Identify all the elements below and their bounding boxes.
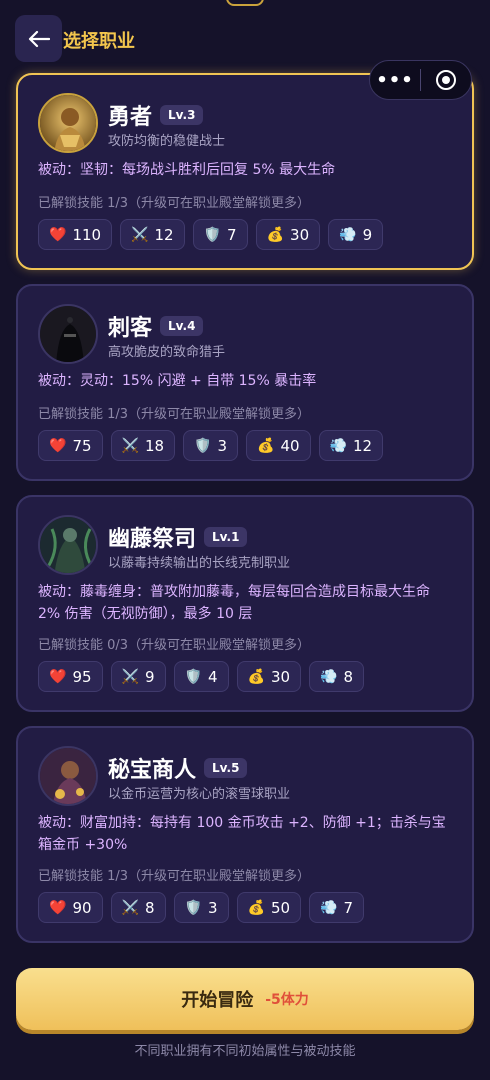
target-ring-icon — [436, 70, 456, 90]
mini-program-capsule: ••• — [369, 60, 472, 100]
merchant-avatar — [38, 746, 98, 806]
stat-row: ❤️ 75 ⚔️ 18 🛡️ 3 💰 40 💨 12 — [38, 430, 384, 461]
passive-text: 被动：灵动：15% 闪避 + 自带 15% 暴击率 — [38, 373, 317, 389]
vine-priest-avatar — [38, 515, 98, 575]
gold-stat: 💰 50 — [236, 892, 302, 923]
start-adventure-button[interactable]: 开始冒险 -5体力 — [16, 968, 474, 1030]
passive-text: 被动：藤毒缠身：普攻附加藤毒，每层每回合造成目标最大生命 2% 伤害（无视防御）… — [38, 584, 430, 622]
class-subtitle: 以藤毒持续输出的长线克制职业 — [108, 556, 291, 571]
stat-row: ❤️ 90 ⚔️ 8 🛡️ 3 💰 50 💨 7 — [38, 892, 365, 923]
dash-icon: 💨 — [320, 668, 338, 685]
dash-icon: 💨 — [329, 437, 348, 454]
class-subtitle: 攻防均衡的稳健战士 — [108, 134, 226, 149]
level-badge: Lv.4 — [160, 316, 204, 336]
shield-icon: 🛡️ — [184, 899, 202, 916]
speed-stat: 💨 8 — [309, 661, 365, 692]
money-bag-icon: 💰 — [247, 668, 265, 685]
stat-row: ❤️ 95 ⚔️ 9 🛡️ 4 💰 30 💨 8 — [38, 661, 365, 692]
swords-icon: ⚔️ — [121, 437, 139, 454]
class-card-treasure-merchant[interactable]: 秘宝商人 Lv.5 以金币运营为核心的滚雪球职业 被动：财富加持：每持有 100… — [16, 726, 474, 943]
hp-stat: ❤️ 110 — [38, 219, 113, 250]
dash-icon: 💨 — [320, 899, 338, 916]
unlock-text: 已解锁技能 0/3（升级可在职业殿堂解锁更多） — [38, 638, 311, 653]
start-button-label: 开始冒险 — [181, 990, 254, 1011]
gold-stat: 💰 30 — [236, 661, 302, 692]
class-name: 秘宝商人 — [108, 758, 197, 783]
warrior-avatar — [38, 93, 98, 153]
page-title: 选择职业 — [63, 31, 135, 52]
swords-icon: ⚔️ — [121, 899, 139, 916]
hp-stat: ❤️ 75 — [38, 430, 103, 461]
attack-stat: ⚔️ 12 — [120, 219, 185, 250]
shield-icon: 🛡️ — [184, 668, 202, 685]
swords-icon: ⚔️ — [121, 668, 139, 685]
shield-icon: 🛡️ — [203, 226, 222, 243]
level-badge: Lv.1 — [204, 527, 248, 547]
unlock-text: 已解锁技能 1/3（升级可在职业殿堂解锁更多） — [38, 196, 311, 211]
class-card-warrior[interactable]: 勇者 Lv.3 攻防均衡的稳健战士 被动：坚韧：每场战斗胜利后回复 5% 最大生… — [16, 73, 474, 270]
gold-stat: 💰 40 — [246, 430, 311, 461]
unlock-text: 已解锁技能 1/3（升级可在职业殿堂解锁更多） — [38, 869, 311, 884]
class-subtitle: 以金币运营为核心的滚雪球职业 — [108, 787, 291, 802]
swords-icon: ⚔️ — [131, 226, 149, 243]
close-button[interactable] — [421, 70, 471, 90]
heart-icon: ❤️ — [49, 437, 67, 454]
level-badge: Lv.5 — [204, 758, 248, 778]
footer-note: 不同职业拥有不同初始属性与被动技能 — [134, 1044, 356, 1059]
heart-icon: ❤️ — [49, 668, 67, 685]
attack-stat: ⚔️ 18 — [110, 430, 176, 461]
defense-stat: 🛡️ 4 — [173, 661, 229, 692]
more-dots-icon[interactable]: ••• — [370, 70, 420, 91]
money-bag-icon: 💰 — [257, 437, 275, 454]
money-bag-icon: 💰 — [266, 226, 285, 243]
dash-icon: 💨 — [339, 226, 357, 243]
heart-icon: ❤️ — [49, 226, 67, 243]
speed-stat: 💨 9 — [328, 219, 384, 250]
money-bag-icon: 💰 — [247, 899, 265, 916]
hp-stat: ❤️ 95 — [38, 661, 103, 692]
class-card-assassin[interactable]: 刺客 Lv.4 高攻脆皮的致命猎手 被动：灵动：15% 闪避 + 自带 15% … — [16, 284, 474, 481]
top-notch — [226, 0, 264, 6]
passive-text: 被动：财富加持：每持有 100 金币攻击 +2、防御 +1；击杀与宝箱金币 +3… — [38, 815, 446, 853]
speed-stat: 💨 7 — [309, 892, 365, 923]
class-name: 幽藤祭司 — [108, 527, 197, 552]
gold-stat: 💰 30 — [255, 219, 321, 250]
shield-icon: 🛡️ — [194, 437, 212, 454]
attack-stat: ⚔️ 9 — [110, 661, 166, 692]
stamina-cost: -5体力 — [265, 992, 309, 1008]
heart-icon: ❤️ — [49, 899, 67, 916]
arrow-left-icon — [28, 30, 50, 47]
passive-text: 被动：坚韧：每场战斗胜利后回复 5% 最大生命 — [38, 162, 336, 178]
class-name: 刺客 — [108, 316, 153, 341]
unlock-text: 已解锁技能 1/3（升级可在职业殿堂解锁更多） — [38, 407, 311, 422]
attack-stat: ⚔️ 8 — [110, 892, 166, 923]
level-badge: Lv.3 — [160, 105, 204, 125]
hp-stat: ❤️ 90 — [38, 892, 103, 923]
class-card-vine-priest[interactable]: 幽藤祭司 Lv.1 以藤毒持续输出的长线克制职业 被动：藤毒缠身：普攻附加藤毒，… — [16, 495, 474, 712]
defense-stat: 🛡️ 7 — [192, 219, 248, 250]
back-button[interactable] — [15, 15, 62, 62]
defense-stat: 🛡️ 3 — [183, 430, 239, 461]
defense-stat: 🛡️ 3 — [173, 892, 229, 923]
stat-row: ❤️ 110 ⚔️ 12 🛡️ 7 💰 30 💨 9 — [38, 219, 384, 250]
class-subtitle: 高攻脆皮的致命猎手 — [108, 345, 226, 360]
assassin-avatar — [38, 304, 98, 364]
class-name: 勇者 — [108, 105, 153, 130]
speed-stat: 💨 12 — [318, 430, 384, 461]
